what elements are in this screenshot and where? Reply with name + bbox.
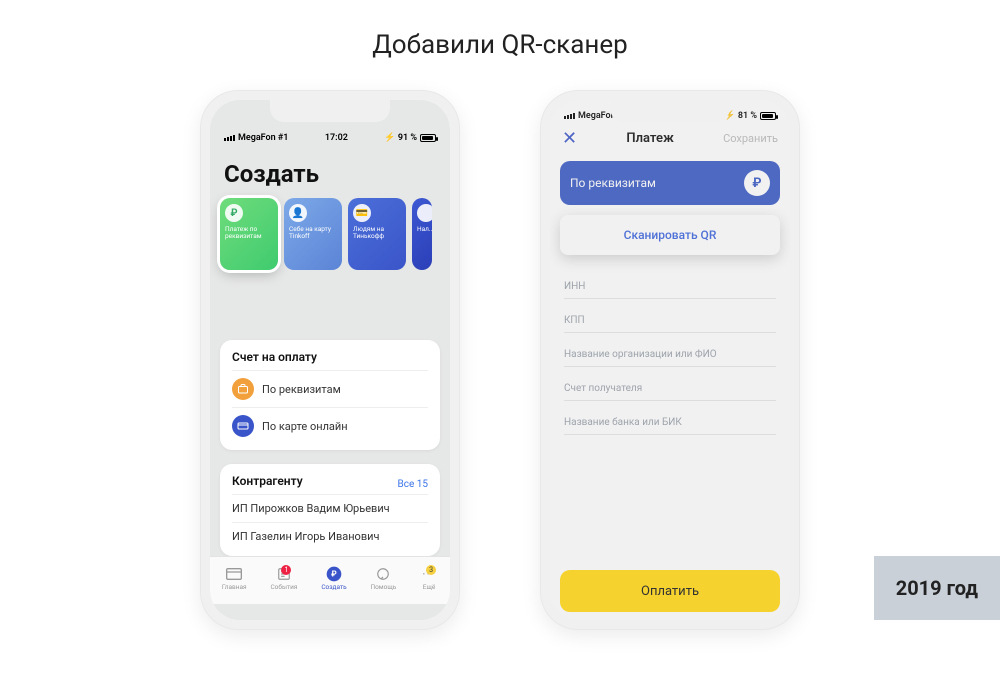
counterparty-row[interactable]: ИП Газелин Игорь Иванович [232, 522, 428, 550]
carrier-label: MegaFon #1 [238, 133, 288, 143]
invoice-title: Счет на оплату [232, 350, 428, 364]
ruble-circle-icon: ₽ [744, 170, 770, 196]
save-button[interactable]: Сохранить [723, 132, 778, 145]
tile-label: Платеж по реквизитам [225, 226, 273, 241]
row-label: По реквизитам [262, 383, 341, 396]
wallet-icon [417, 204, 432, 222]
tab-label: Главная [222, 583, 247, 591]
bank-field[interactable]: Название банка или БИК [564, 401, 776, 435]
pay-button[interactable]: Оплатить [560, 570, 780, 612]
signal-bars-icon [564, 113, 575, 119]
payment-type-label: По реквизитам [570, 176, 656, 190]
notification-badge: 1 [281, 565, 291, 575]
briefcase-icon [232, 378, 254, 400]
tab-events[interactable]: 1 События [270, 567, 297, 591]
signal-bars-icon [224, 135, 235, 141]
recipient-account-field[interactable]: Счет получателя [564, 367, 776, 401]
counterparty-name: ИП Пирожков Вадим Юрьевич [232, 502, 390, 515]
tile-label: Людям на Тинькофф [353, 226, 401, 241]
close-button[interactable]: ✕ [562, 128, 577, 149]
ruble-icon: ₽ [225, 204, 243, 222]
chat-icon [374, 567, 392, 581]
status-time: 17:02 [325, 133, 348, 143]
card-icon [225, 567, 243, 581]
tile-cash[interactable]: Нал... [412, 198, 432, 270]
tile-label: Нал... [417, 226, 427, 233]
counterparty-all-link[interactable]: Все 15 [398, 479, 429, 490]
page-heading: Добавили QR-сканер [0, 30, 1000, 60]
tile-people-tinkoff[interactable]: 💳 Людям на Тинькофф [348, 198, 406, 270]
notification-badge: 3 [426, 565, 436, 575]
phone-right: MegaFon #1 22:57 ⚡ 81 % ✕ Платеж Сохрани… [540, 90, 800, 630]
battery-percent: ⚡ 81 % [724, 111, 757, 121]
battery-icon [420, 134, 436, 142]
org-name-field[interactable]: Название организации или ФИО [564, 333, 776, 367]
tab-home[interactable]: Главная [222, 567, 247, 591]
notch [270, 100, 390, 122]
tab-label: Ещё [423, 583, 436, 591]
svg-text:₽: ₽ [331, 569, 337, 578]
invoice-by-requisites[interactable]: По реквизитам [232, 370, 428, 407]
tab-bar: Главная 1 События ₽ Создать [210, 556, 450, 604]
nav-title: Платеж [626, 131, 673, 146]
notch [610, 100, 730, 122]
phone-left: MegaFon #1 17:02 ⚡ 91 % Создать ₽ Платеж… [200, 90, 460, 630]
invoice-by-card-online[interactable]: По карте онлайн [232, 407, 428, 444]
page-title: Создать [210, 148, 450, 198]
inn-field[interactable]: ИНН [564, 265, 776, 299]
counterparty-title: Контрагенту [232, 474, 303, 488]
tab-label: Помощь [370, 583, 396, 591]
row-label: По карте онлайн [262, 420, 348, 433]
person-icon: 👤 [289, 204, 307, 222]
counterparty-row[interactable]: ИП Пирожков Вадим Юрьевич [232, 494, 428, 522]
tab-label: События [270, 583, 297, 591]
battery-percent: ⚡ 91 % [384, 133, 417, 143]
tile-payment-by-requisites[interactable]: ₽ Платеж по реквизитам [220, 198, 278, 270]
invoice-card: Счет на оплату По реквизитам По карте он… [220, 340, 440, 450]
counterparty-name: ИП Газелин Игорь Иванович [232, 530, 379, 543]
ruble-circle-icon: ₽ [325, 567, 343, 581]
create-tiles: ₽ Платеж по реквизитам 👤 Себе на карту T… [210, 198, 450, 270]
payment-form: ИНН КПП Название организации или ФИО Сче… [550, 255, 790, 435]
tile-self-tinkoff-card[interactable]: 👤 Себе на карту Tinkoff [284, 198, 342, 270]
tab-label: Создать [321, 583, 346, 591]
tab-help[interactable]: Помощь [370, 567, 396, 591]
kpp-field[interactable]: КПП [564, 299, 776, 333]
tile-label: Себе на карту Tinkoff [289, 226, 337, 241]
tab-create[interactable]: ₽ Создать [321, 567, 346, 591]
counterparty-card: Контрагенту Все 15 ИП Пирожков Вадим Юрь… [220, 464, 440, 556]
battery-icon [760, 112, 776, 120]
tab-more[interactable]: 3 ••• Ещё [420, 567, 438, 591]
payment-type-bar[interactable]: По реквизитам ₽ [560, 161, 780, 205]
card-icon: 💳 [353, 204, 371, 222]
card-icon [232, 415, 254, 437]
scan-qr-button[interactable]: Сканировать QR [560, 215, 780, 255]
nav-bar: ✕ Платеж Сохранить [550, 126, 790, 157]
year-tag: 2019 год [874, 556, 1000, 620]
status-bar: MegaFon #1 17:02 ⚡ 91 % [210, 122, 450, 148]
